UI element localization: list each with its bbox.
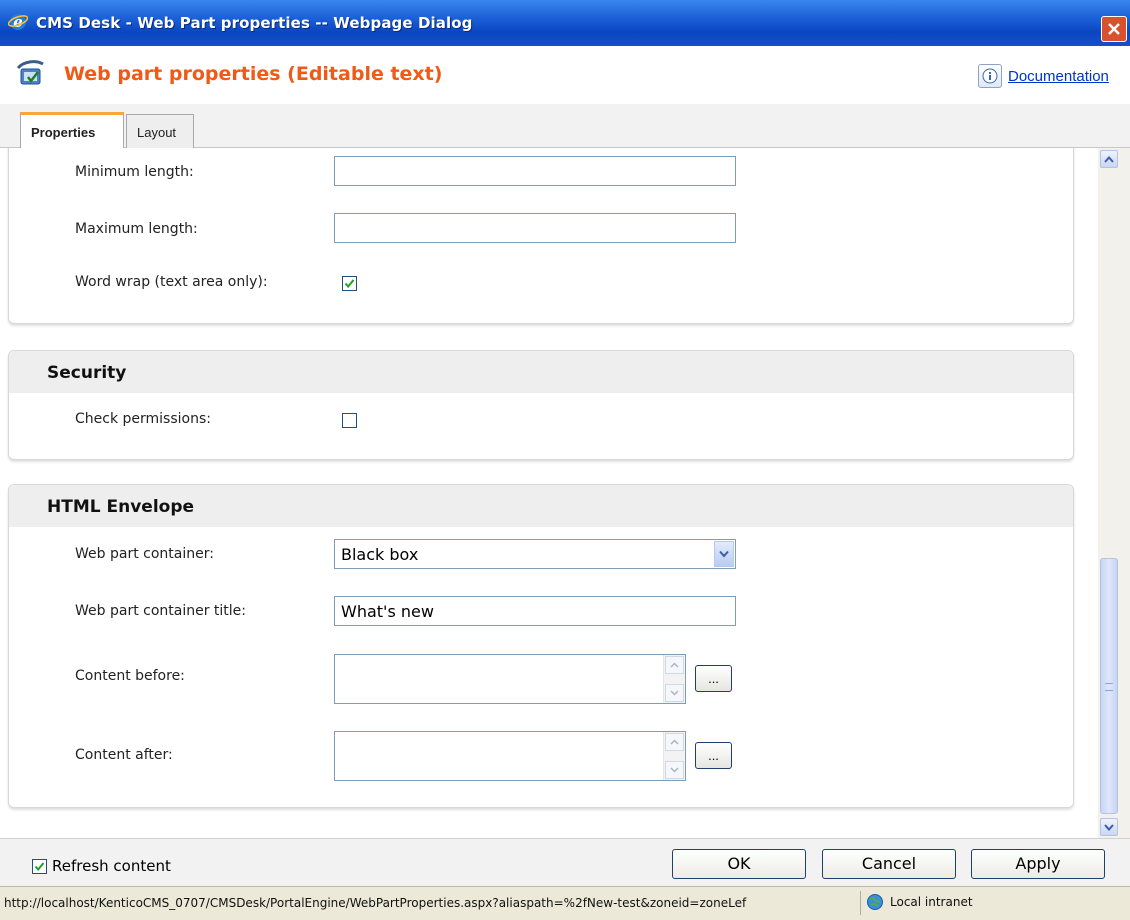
content-after-textarea[interactable] xyxy=(334,731,686,781)
security-heading: Security xyxy=(9,351,1073,393)
check-permissions-checkbox[interactable] xyxy=(342,413,357,428)
content-before-label: Content before: xyxy=(75,668,185,684)
general-properties-panel: Minimum length: Maximum length: Word wra… xyxy=(8,148,1074,324)
content-before-edit-button[interactable]: ... xyxy=(695,665,732,692)
content-before-textarea[interactable] xyxy=(334,654,686,704)
word-wrap-checkbox[interactable] xyxy=(342,276,357,291)
apply-button[interactable]: Apply xyxy=(971,849,1105,879)
scroll-down-icon[interactable] xyxy=(665,684,684,702)
internet-explorer-icon: e xyxy=(8,13,28,31)
tab-layout[interactable]: Layout xyxy=(126,114,194,148)
scrollbar-thumb[interactable] xyxy=(1100,558,1118,814)
container-select-value: Black box xyxy=(341,545,419,564)
info-icon xyxy=(978,64,1002,88)
documentation-link-label[interactable]: Documentation xyxy=(1008,68,1109,85)
word-wrap-label: Word wrap (text area only): xyxy=(75,274,268,290)
refresh-content-checkbox[interactable] xyxy=(32,858,47,874)
textarea-scrollbar[interactable] xyxy=(663,655,685,703)
status-url: http://localhost/KenticoCMS_0707/CMSDesk… xyxy=(4,896,747,910)
web-part-properties-icon xyxy=(16,60,44,85)
checkmark-icon xyxy=(344,279,355,289)
min-length-label: Minimum length: xyxy=(75,164,194,180)
content-after-label: Content after: xyxy=(75,747,173,763)
checkmark-icon xyxy=(34,861,45,871)
tab-strip: Properties Layout xyxy=(0,104,1130,148)
refresh-content-label[interactable]: Refresh content xyxy=(52,857,171,875)
scroll-up-icon[interactable] xyxy=(665,656,684,674)
scroll-up-button[interactable] xyxy=(1100,150,1118,168)
documentation-link[interactable]: Documentation xyxy=(978,64,1109,88)
max-length-label: Maximum length: xyxy=(75,221,198,237)
window-title: CMS Desk - Web Part properties -- Webpag… xyxy=(36,14,473,32)
content-after-edit-button[interactable]: ... xyxy=(695,742,732,769)
container-title-input[interactable]: What's new xyxy=(334,596,736,626)
window-titlebar: e CMS Desk - Web Part properties -- Webp… xyxy=(0,0,1130,46)
status-bar: http://localhost/KenticoCMS_0707/CMSDesk… xyxy=(0,886,1130,920)
html-envelope-heading: HTML Envelope xyxy=(9,485,1073,527)
container-title-label: Web part container title: xyxy=(75,603,247,619)
scroll-down-icon[interactable] xyxy=(665,761,684,779)
dialog-footer: Refresh content OK Cancel Apply xyxy=(0,838,1130,886)
chevron-up-icon xyxy=(1104,155,1114,163)
close-icon xyxy=(1108,23,1120,35)
html-envelope-panel: HTML Envelope Web part container: Black … xyxy=(8,484,1074,808)
chevron-down-icon xyxy=(1104,823,1114,831)
container-select[interactable]: Black box xyxy=(334,539,736,569)
content-scrollbar[interactable] xyxy=(1098,148,1130,838)
security-panel: Security Check permissions: xyxy=(8,350,1074,460)
ok-button[interactable]: OK xyxy=(672,849,806,879)
scroll-up-icon[interactable] xyxy=(665,733,684,751)
max-length-input[interactable] xyxy=(334,213,736,243)
page-title: Web part properties (Editable text) xyxy=(64,63,443,85)
globe-icon xyxy=(867,894,883,910)
properties-content: Minimum length: Maximum length: Word wra… xyxy=(0,148,1098,838)
tab-properties[interactable]: Properties xyxy=(20,112,124,148)
cancel-button[interactable]: Cancel xyxy=(822,849,956,879)
check-permissions-label: Check permissions: xyxy=(75,411,211,427)
grip-icon xyxy=(1105,683,1113,691)
min-length-input[interactable] xyxy=(334,156,736,186)
security-zone-label: Local intranet xyxy=(890,895,973,909)
status-divider xyxy=(860,891,861,915)
textarea-scrollbar[interactable] xyxy=(663,732,685,780)
refresh-content-option[interactable]: Refresh content xyxy=(32,857,171,875)
security-zone: Local intranet xyxy=(866,893,973,911)
container-label: Web part container: xyxy=(75,546,214,562)
dialog-header: Web part properties (Editable text) Docu… xyxy=(0,46,1130,104)
close-button[interactable] xyxy=(1101,16,1127,42)
chevron-down-icon[interactable] xyxy=(714,541,734,567)
scroll-down-button[interactable] xyxy=(1100,818,1118,836)
